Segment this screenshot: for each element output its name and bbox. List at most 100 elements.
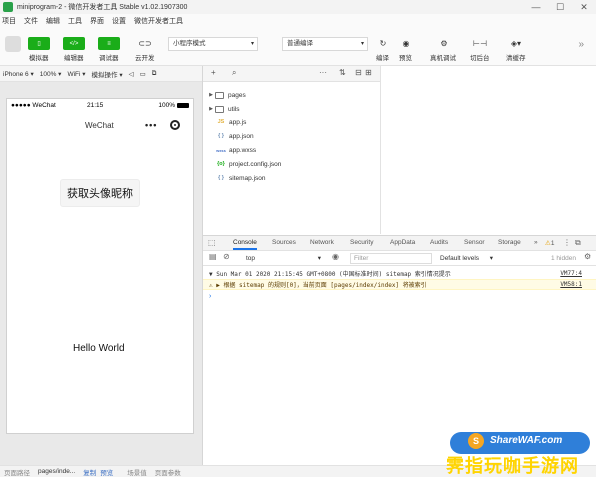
log-levels-value: Default levels [440,255,480,262]
preview-button[interactable]: ◉ [395,36,417,51]
phone-screen[interactable]: ●●●●● WeChat 21:15 100% WeChat ••• 获取头像昵… [6,98,194,434]
tree-item-app-wxss[interactable]: wxss app.wxss [203,144,380,156]
tree-item-project-config[interactable]: {o} project.config.json [203,158,380,170]
menu-devtools[interactable]: 微信开发者工具 [134,16,183,26]
close-button[interactable]: ✕ [572,0,596,14]
debugger-toggle-button[interactable]: ≡ [98,37,120,50]
backend-button[interactable]: ⊢⊣ [469,36,491,51]
debug-icon: ≡ [107,40,111,47]
sharewaf-logo-icon: S [468,433,484,449]
popout-icon[interactable]: ⧉ [152,70,157,78]
kebab-menu-icon[interactable]: ⋮ [563,238,571,247]
network-select-value: WiFi [67,70,81,78]
wxss-file-icon: wxss [216,147,226,153]
menu-tools[interactable]: 工具 [68,16,82,26]
log-levels-select[interactable]: Default levels ▾ [437,253,493,264]
menu-settings[interactable]: 设置 [112,16,126,26]
tree-item-app-json[interactable]: { } app.json [203,130,380,142]
window-controls: — ☐ ✕ [524,0,596,14]
simulator-toolbar: iPhone 6 ▾ 100% ▾ WiFi ▾ 模拟操作 ▾ ◁ ▭ ⧉ [0,66,202,82]
maximize-button[interactable]: ☐ [548,0,572,14]
backend-label: 切后台 [470,55,490,62]
sort-icon[interactable]: ⇅ [339,68,346,77]
warning-count: 1 [550,240,555,247]
gear-icon[interactable]: ⚙ [584,252,591,261]
clear-console-icon[interactable]: ⊘ [223,252,230,261]
device-select-value: iPhone 6 [3,70,29,78]
cloud-dev-button[interactable]: ⊂⊃ [134,36,156,51]
menu-file[interactable]: 文件 [24,16,38,26]
carrier-text: ●●●●● WeChat [11,102,56,109]
minimize-button[interactable]: — [524,0,548,14]
volume-icon[interactable]: ◁ [129,70,134,78]
expand-arrow-icon[interactable]: ▶ [207,106,215,112]
phone-rotate-icon[interactable]: ▭ [140,70,146,78]
zoom-select[interactable]: 100% ▾ [40,70,62,78]
tree-item-app-js[interactable]: JS app.js [203,116,380,128]
tree-item-label: app.wxss [229,146,257,154]
split-icon[interactable]: ⊞ [365,68,372,77]
warning-count-badge[interactable]: ⚠1 [545,239,554,247]
compile-button[interactable]: ↻ [372,36,394,51]
menu-project[interactable]: 项目 [2,16,16,26]
clear-cache-button[interactable]: ◈▾ [505,36,527,51]
page-path-label: 页面路径 [4,469,30,477]
device-select[interactable]: iPhone 6 ▾ [3,70,34,78]
tab-storage[interactable]: Storage [498,239,521,246]
warning-message: ⚠ ▶ 根据 sitemap 的规则[0]，当前页面 [pages/index/… [209,282,427,289]
console-sidebar-icon[interactable]: ▤ [209,252,217,261]
tree-item-sitemap[interactable]: { } sitemap.json [203,172,380,184]
search-icon[interactable]: ⌕ [232,68,236,78]
user-avatar[interactable] [5,36,21,52]
inspect-element-icon[interactable]: ⬚ [208,238,216,247]
console-filter-input[interactable]: Filter [350,253,432,264]
collapse-icon[interactable]: ⊟ [355,68,362,77]
filter-placeholder: Filter [354,255,369,262]
dock-icon[interactable]: ⧉ [575,238,581,248]
tab-sources[interactable]: Sources [272,239,296,246]
eye-icon[interactable]: ◉ [332,252,339,261]
compile-select[interactable]: 普通编译 ▾ [282,37,368,51]
tab-audits[interactable]: Audits [430,239,448,246]
tab-network[interactable]: Network [310,239,334,246]
more-tabs-icon[interactable]: » [534,239,538,246]
preview-label: 预览 [399,55,412,62]
operation-select[interactable]: 模拟操作 ▾ [92,69,123,79]
remote-debug-button[interactable]: ⚙ [433,36,455,51]
console-log-entry[interactable]: ▼ Sun Mar 01 2020 21:15:45 GMT+0800 (中国标… [203,268,596,279]
nav-bar-title: WeChat [85,121,114,130]
close-miniprogram-icon[interactable] [170,120,180,130]
more-icon[interactable]: ··· [319,68,327,77]
expand-arrow-icon[interactable]: ▶ [207,92,215,98]
menu-edit[interactable]: 编辑 [46,16,60,26]
code-editor-area[interactable] [381,66,596,234]
more-options-icon[interactable]: ••• [145,120,157,130]
more-chevron-icon[interactable]: » [578,39,584,50]
tab-sensor[interactable]: Sensor [464,239,485,246]
tree-item-pages[interactable]: ▶ pages [203,89,380,101]
page-path-value: pages/inde... [38,468,76,475]
console-prompt[interactable]: › [209,293,211,300]
json-file-icon: { } [218,175,224,181]
tab-appdata[interactable]: AppData [390,239,415,246]
js-file-icon: JS [217,119,225,125]
preview-page-link[interactable]: 预览 [100,467,113,477]
network-select[interactable]: WiFi ▾ [67,70,85,78]
mode-select[interactable]: 小程序模式 ▾ [168,37,258,51]
debugger-label: 调试器 [99,55,119,62]
log-source-link[interactable]: VM58:1 [560,281,582,288]
hello-world-text: Hello World [73,343,125,354]
context-select[interactable]: top ▾ [243,253,323,264]
refresh-icon: ↻ [379,39,387,48]
simulator-toggle-button[interactable]: ▯ [28,37,50,50]
tree-item-utils[interactable]: ▶ utils [203,103,380,115]
log-source-link[interactable]: VM77:4 [560,270,582,277]
copy-path-link[interactable]: 复制 [83,467,96,477]
tab-security[interactable]: Security [350,239,373,246]
tab-console[interactable]: Console [233,239,257,250]
get-userinfo-button[interactable]: 获取头像昵称 [60,179,140,207]
add-icon[interactable]: + [211,68,216,77]
console-warning-entry[interactable]: ⚠ ▶ 根据 sitemap 的规则[0]，当前页面 [pages/index/… [203,279,596,290]
editor-toggle-button[interactable]: </> [63,37,85,50]
menu-view[interactable]: 界面 [90,16,104,26]
